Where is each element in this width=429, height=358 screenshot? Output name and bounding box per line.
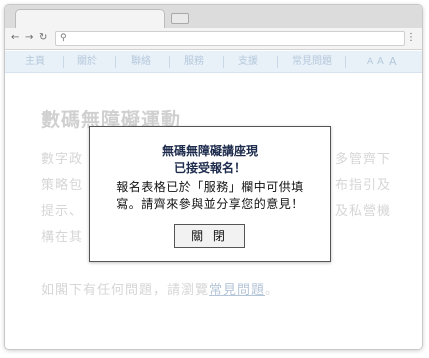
faq-link[interactable]: 常見問題 <box>209 283 265 298</box>
paragraph-line: 數字政 <box>41 152 84 167</box>
paragraph-line: 策略包 <box>41 178 84 193</box>
paragraph-line: 提示、 <box>41 204 84 219</box>
new-tab-button[interactable] <box>171 13 189 24</box>
browser-toolbar: ← → ↻ ⚲ ⋮ <box>5 28 422 50</box>
paragraph-line: 多管齊下 <box>335 152 392 167</box>
nav-item-faq[interactable]: 常見問題 <box>281 51 343 73</box>
nav-item-about[interactable]: 關於 <box>61 51 113 73</box>
paragraph-line: 及私營機 <box>335 204 392 219</box>
announcement-dialog: 無碼無障礙講座現 已接受報名！ 報名表格已於「服務」欄中可供填 寫。請齊來參與並… <box>89 126 331 262</box>
nav-item-home[interactable]: 主頁 <box>9 51 61 73</box>
nav-divider <box>277 56 278 68</box>
faq-suffix: 。 <box>265 283 280 298</box>
nav-item-services[interactable]: 服務 <box>168 51 220 73</box>
nav-item-support[interactable]: 支援 <box>222 51 274 73</box>
close-button[interactable]: 關 閉 <box>174 224 245 248</box>
dialog-message-line: 寫。請齊來參與並分享您的意見！ <box>116 197 304 211</box>
faq-prefix: 如閣下有任何問題，請瀏覽 <box>41 283 210 298</box>
dialog-title-line: 已接受報名！ <box>173 161 246 175</box>
dialog-title-line: 無碼無障礙講座現 <box>161 144 258 158</box>
tab-strip <box>5 5 422 28</box>
reload-icon[interactable]: ↻ <box>39 31 47 45</box>
font-size-medium[interactable]: A <box>377 51 384 73</box>
arrow-left-icon[interactable]: ← <box>11 31 19 45</box>
search-icon: ⚲ <box>60 33 67 43</box>
address-bar[interactable]: ⚲ <box>55 31 405 46</box>
nav-item-contact[interactable]: 聯絡 <box>115 51 167 73</box>
paragraph-line: 構在其 <box>41 230 84 245</box>
arrow-right-icon[interactable]: → <box>25 31 33 45</box>
paragraph-line: 布指引及 <box>335 178 392 193</box>
font-size-small[interactable]: A <box>367 51 373 73</box>
faq-sentence: 如閣下有任何問題，請瀏覽常見問題。 <box>41 279 279 298</box>
nav-divider <box>345 56 346 68</box>
dialog-message: 報名表格已於「服務」欄中可供填 寫。請齊來參與並分享您的意見！ <box>90 179 330 213</box>
font-size-large[interactable]: A <box>389 51 397 73</box>
dialog-title: 無碼無障礙講座現 已接受報名！ <box>90 143 330 177</box>
dialog-message-line: 報名表格已於「服務」欄中可供填 <box>116 180 304 194</box>
more-vertical-icon[interactable]: ⋮ <box>406 31 416 45</box>
browser-tab[interactable] <box>15 9 165 28</box>
site-navbar: 主頁 關於 聯絡 服務 支援 常見問題 A A A <box>5 51 422 73</box>
